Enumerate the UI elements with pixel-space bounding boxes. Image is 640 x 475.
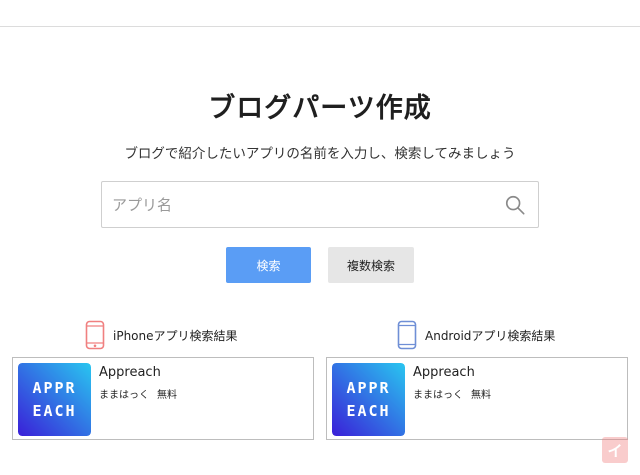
multi-search-button[interactable]: 複数検索: [328, 247, 414, 283]
search-icon[interactable]: [504, 194, 526, 216]
app-developer: ままはっく: [99, 390, 149, 401]
appreach-logo-icon: APPR EACH: [332, 363, 405, 436]
app-developer: ままはっく: [413, 390, 463, 401]
android-app-card[interactable]: APPR EACH Appreach ままはっく 無料: [326, 357, 628, 440]
svg-text:EACH: EACH: [32, 402, 76, 420]
search-button[interactable]: 検索: [226, 247, 311, 283]
android-results-heading: Androidアプリ検索結果: [397, 320, 555, 350]
android-results-label: Androidアプリ検索結果: [425, 328, 556, 343]
app-meta: ままはっく 無料: [99, 386, 177, 401]
iphone-results-heading: iPhoneアプリ検索結果: [85, 320, 238, 350]
app-price: 無料: [157, 390, 177, 401]
app-price: 無料: [471, 390, 491, 401]
page-subtitle: ブログで紹介したいアプリの名前を入力し、検索してみましょう: [124, 146, 516, 162]
svg-text:EACH: EACH: [346, 402, 390, 420]
corner-badge-icon[interactable]: イ: [602, 437, 628, 463]
iphone-app-card[interactable]: APPR EACH Appreach ままはっく 無料: [12, 357, 314, 440]
app-name: Appreach: [99, 365, 161, 380]
appreach-logo-icon: APPR EACH: [18, 363, 91, 436]
iphone-results-label: iPhoneアプリ検索結果: [113, 328, 238, 343]
svg-text:APPR: APPR: [32, 379, 76, 397]
search-box: [101, 181, 539, 228]
app-name: Appreach: [413, 365, 475, 380]
iphone-icon: [85, 320, 105, 350]
page-title: ブログパーツ作成: [208, 93, 432, 124]
svg-text:APPR: APPR: [346, 379, 390, 397]
android-phone-icon: [397, 320, 417, 350]
search-input[interactable]: [102, 182, 492, 227]
top-divider: [0, 26, 640, 27]
app-meta: ままはっく 無料: [413, 386, 491, 401]
